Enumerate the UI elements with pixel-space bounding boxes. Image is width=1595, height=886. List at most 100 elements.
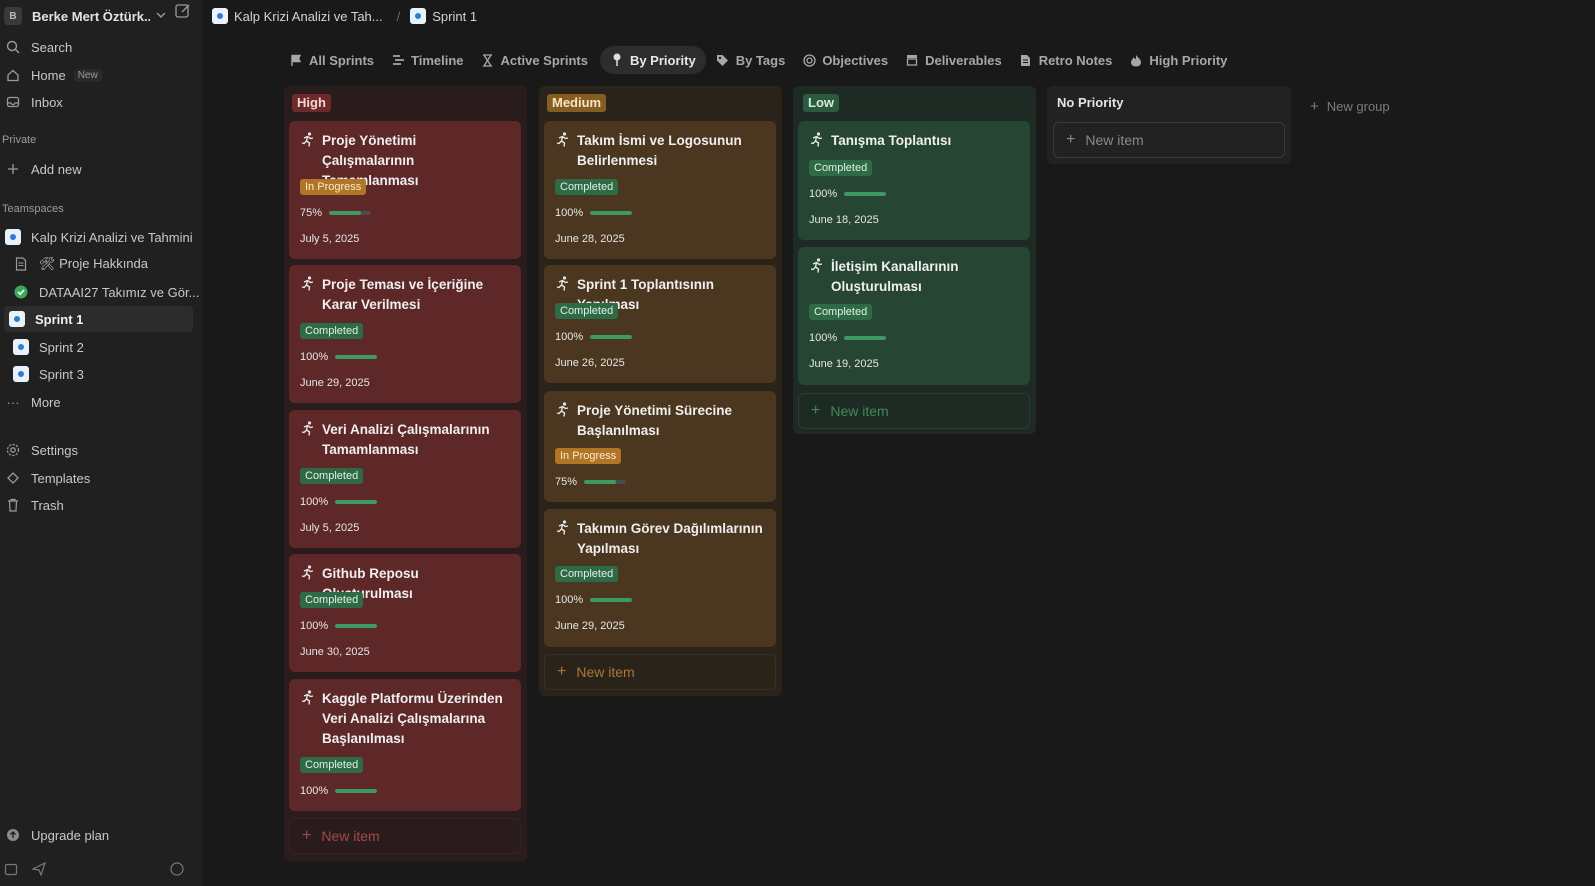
section-teamspaces: Teamspaces <box>2 203 64 215</box>
sidebar-item-home[interactable]: Home New <box>0 62 196 88</box>
progress-bar <box>844 192 887 196</box>
progress: 100% <box>809 188 887 200</box>
tab-objectives[interactable]: Objectives <box>797 46 895 74</box>
tab-label: By Tags <box>735 52 786 68</box>
sidebar-item-dataai27[interactable]: DATAAI27 Takımız ve Gör... <box>8 279 200 305</box>
card-title: Takım İsmi ve Logosunun Belirlenmesi <box>577 133 742 168</box>
sidebar-item-teamspace[interactable]: Kalp Krizi Analizi ve Tahmini <box>0 224 196 250</box>
sidebar-item-templates[interactable]: Templates <box>0 465 196 491</box>
new-item-button[interactable]: + New item <box>798 393 1030 429</box>
sidebar: B Berke Mert Öztürk... Search Home New I… <box>0 0 202 886</box>
board-card[interactable]: Proje Yönetimi Sürecine Başlanılması In … <box>544 391 776 502</box>
progress: 100% <box>300 496 378 508</box>
board-card[interactable]: Github Reposu Oluşturulması Completed 10… <box>289 554 521 672</box>
plus-icon: + <box>1066 131 1076 148</box>
breadcrumb-parent[interactable]: Kalp Krizi Analizi ve Tah... <box>212 8 383 24</box>
tab-timeline[interactable]: Timeline <box>386 46 471 74</box>
progress-label: 100% <box>809 332 838 344</box>
tab-all-sprints[interactable]: All Sprints <box>284 46 381 74</box>
help-icon[interactable] <box>170 862 184 879</box>
sidebar-item-inbox[interactable]: Inbox <box>0 89 196 115</box>
tab-label: All Sprints <box>309 52 375 68</box>
progress-bar <box>590 335 633 339</box>
board-card[interactable]: Proje Yönetimi Çalışmalarının Tamamlanma… <box>289 121 521 259</box>
sidebar-item-sprint-3[interactable]: Sprint 3 <box>8 361 196 387</box>
sidebar-item-label: Kalp Krizi Analizi ve Tahmini <box>31 229 193 245</box>
send-icon[interactable] <box>31 861 47 879</box>
section-private: Private <box>2 134 37 146</box>
breadcrumb: Kalp Krizi Analizi ve Tah... / Sprint 1 <box>212 5 477 27</box>
new-item-label: New item <box>576 664 635 680</box>
breadcrumb-separator: / <box>396 8 401 24</box>
board-card[interactable]: Veri Analizi Çalışmalarının Tamamlanması… <box>289 410 521 548</box>
page-icon <box>12 365 30 383</box>
tab-high-priority[interactable]: High Priority <box>1124 46 1234 74</box>
progress-bar <box>329 211 372 215</box>
board-card[interactable]: Tanışma Toplantısı Completed 100% June 1… <box>798 121 1030 240</box>
new-item-button[interactable]: + New item <box>1053 122 1285 158</box>
sidebar-item-trash[interactable]: Trash <box>0 492 196 518</box>
inbox-icon <box>4 93 22 111</box>
tab-by-tags[interactable]: By Tags <box>711 46 793 74</box>
sidebar-item-upgrade[interactable]: Upgrade plan <box>0 822 196 848</box>
group-label-high[interactable]: High <box>292 94 331 112</box>
new-group-button[interactable]: + New group <box>1310 98 1390 115</box>
new-item-button[interactable]: + New item <box>544 654 776 690</box>
group-label-low[interactable]: Low <box>803 94 839 112</box>
card-date: June 28, 2025 <box>555 233 625 245</box>
group-label-medium[interactable]: Medium <box>547 94 607 112</box>
tab-label: Retro Notes <box>1038 52 1113 68</box>
card-title: Veri Analizi Çalışmalarının Tamamlanması <box>322 422 490 457</box>
chevron-down-icon[interactable] <box>156 10 166 23</box>
page-icon <box>12 338 30 356</box>
board-card[interactable]: Sprint 1 Toplantısının Yapılması Complet… <box>544 265 776 383</box>
group-label-no-priority[interactable]: No Priority <box>1052 94 1128 112</box>
sidebar-item-sprint-2[interactable]: Sprint 2 <box>8 334 196 360</box>
tab-active-sprints[interactable]: Active Sprints <box>476 46 595 74</box>
board-card[interactable]: Takımın Görev Dağılımlarının Yapılması C… <box>544 509 776 647</box>
sidebar-item-proje-hakkinda[interactable]: 🛠 Proje Hakkında <box>8 251 196 277</box>
tab-label: By Priority <box>629 52 696 68</box>
sidebar-item-sprint-1[interactable]: Sprint 1 <box>4 306 193 332</box>
progress-label: 100% <box>555 594 584 606</box>
card-date: July 5, 2025 <box>300 522 360 534</box>
board-card[interactable]: Takım İsmi ve Logosunun Belirlenmesi Com… <box>544 121 776 259</box>
workspace-switcher[interactable]: B Berke Mert Öztürk... <box>0 4 202 28</box>
board-card[interactable]: Kaggle Platformu Üzerinden Veri Analizi … <box>289 679 521 811</box>
teamspace-icon <box>4 228 22 246</box>
breadcrumb-current[interactable]: Sprint 1 <box>410 8 477 24</box>
runner-icon <box>556 132 572 148</box>
plus-icon: + <box>302 827 312 844</box>
sidebar-item-label: DATAAI27 Takımız ve Gör... <box>39 284 200 300</box>
compose-icon[interactable] <box>174 2 192 20</box>
sidebar-item-label: Search <box>31 39 73 55</box>
sidebar-item-more[interactable]: ··· More <box>0 389 196 415</box>
new-item-label: New item <box>830 403 889 419</box>
sidebar-item-label: Sprint 3 <box>39 366 84 382</box>
search-icon <box>4 38 22 56</box>
sidebar-item-label: 🛠 Proje Hakkında <box>39 256 148 271</box>
sidebar-item-settings[interactable]: Settings <box>0 437 196 463</box>
sidebar-item-label: Add new <box>31 161 82 177</box>
sidebar-item-search[interactable]: Search <box>0 34 196 60</box>
new-item-button[interactable]: + New item <box>289 818 521 854</box>
progress: 100% <box>555 594 633 606</box>
tab-retro-notes[interactable]: Retro Notes <box>1014 46 1120 74</box>
plus-icon <box>4 160 22 178</box>
new-item-label: New item <box>1085 132 1144 148</box>
card-date: June 29, 2025 <box>555 620 625 632</box>
sidebar-item-add-new[interactable]: Add new <box>0 156 196 182</box>
progress: 100% <box>555 207 633 219</box>
timeline-icon <box>391 53 405 67</box>
tab-deliverables[interactable]: Deliverables <box>900 46 1009 74</box>
board-card[interactable]: Proje Teması ve İçeriğine Karar Verilmes… <box>289 265 521 403</box>
progress: 75% <box>300 207 372 219</box>
tab-by-priority[interactable]: By Priority <box>599 46 706 74</box>
status-badge: Completed <box>300 468 364 484</box>
page-icon <box>8 310 26 328</box>
progress-bar <box>844 336 887 340</box>
status-badge: In Progress <box>300 179 367 195</box>
calendar-icon[interactable] <box>4 862 18 879</box>
board-card[interactable]: İletişim Kanallarının Oluşturulması Comp… <box>798 247 1030 385</box>
runner-icon <box>301 421 317 437</box>
